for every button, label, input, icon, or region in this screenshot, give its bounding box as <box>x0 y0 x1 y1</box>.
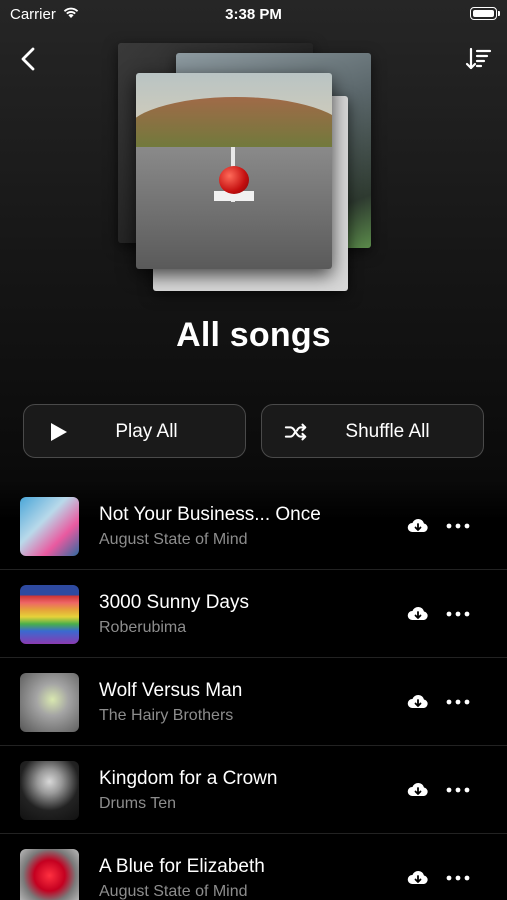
more-horizontal-icon[interactable] <box>444 866 472 890</box>
status-time: 3:38 PM <box>225 6 282 23</box>
song-artist: Roberubima <box>99 619 187 636</box>
more-horizontal-icon[interactable] <box>444 602 472 626</box>
status-bar: Carrier 3:38 PM <box>0 0 507 28</box>
cloud-download-icon[interactable] <box>406 514 430 538</box>
play-all-button[interactable]: Play All <box>23 404 246 458</box>
cloud-download-icon[interactable] <box>406 690 430 714</box>
song-title: Not Your Business... Once <box>99 504 321 525</box>
play-all-label: Play All <box>115 421 178 442</box>
page-title: All songs <box>176 316 331 354</box>
cloud-download-icon[interactable] <box>406 866 430 890</box>
list-item[interactable]: Not Your Business... Once August State o… <box>0 482 507 570</box>
song-title: Wolf Versus Man <box>99 680 243 701</box>
artwork-cover <box>136 73 332 269</box>
back-button[interactable] <box>14 44 44 74</box>
song-artist: August State of Mind <box>99 883 248 900</box>
sort-descending-icon <box>465 47 492 70</box>
more-horizontal-icon[interactable] <box>444 690 472 714</box>
song-artist: The Hairy Brothers <box>99 707 234 724</box>
all-songs-screen: Carrier 3:38 PM All songs Play All Shuff… <box>0 0 507 900</box>
album-thumbnail <box>20 673 79 732</box>
album-thumbnail <box>20 761 79 820</box>
song-artist: Drums Ten <box>99 795 177 812</box>
cloud-download-icon[interactable] <box>406 778 430 802</box>
song-artist: August State of Mind <box>99 531 248 548</box>
list-item[interactable]: Wolf Versus Man The Hairy Brothers <box>0 658 507 746</box>
shuffle-all-label: Shuffle All <box>345 421 430 442</box>
album-thumbnail <box>20 585 79 644</box>
cloud-download-icon[interactable] <box>406 602 430 626</box>
shuffle-all-button[interactable]: Shuffle All <box>261 404 484 458</box>
song-title: 3000 Sunny Days <box>99 592 249 613</box>
sort-button[interactable] <box>463 44 493 74</box>
chevron-left-icon <box>21 47 35 71</box>
list-item[interactable]: Kingdom for a Crown Drums Ten <box>0 746 507 834</box>
list-item[interactable]: A Blue for Elizabeth August State of Min… <box>0 834 507 900</box>
more-horizontal-icon[interactable] <box>444 778 472 802</box>
album-thumbnail <box>20 497 79 556</box>
more-horizontal-icon[interactable] <box>444 514 472 538</box>
list-item[interactable]: 3000 Sunny Days Roberubima <box>0 570 507 658</box>
song-title: A Blue for Elizabeth <box>99 856 265 877</box>
song-title: Kingdom for a Crown <box>99 768 278 789</box>
battery-icon <box>470 7 500 20</box>
album-thumbnail <box>20 849 79 900</box>
